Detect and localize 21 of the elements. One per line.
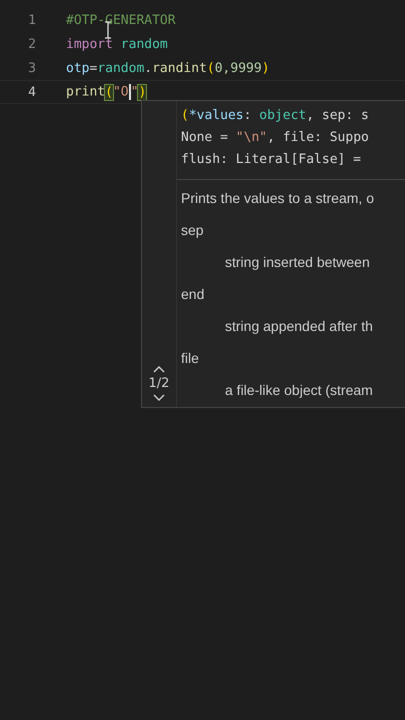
- parameter-description: a file-like object (stream: [224, 381, 374, 400]
- doc-text: Prints the values to a stream, o: [181, 189, 375, 208]
- chevron-up-icon[interactable]: [153, 366, 165, 373]
- code-line: #OTP-GENERATOR: [66, 12, 176, 28]
- line-number: 3: [27, 60, 37, 76]
- signature-line: None = "\n", file: Suppo: [181, 129, 370, 147]
- parameter-description: string inserted between: [224, 253, 371, 272]
- signature-line: (*values: object, sep: s: [181, 107, 370, 125]
- parameter-name: sep: [181, 221, 205, 240]
- line-number: 1: [27, 12, 37, 28]
- line-number: 2: [27, 36, 37, 52]
- chevron-down-icon[interactable]: [153, 394, 165, 401]
- code-line: import random: [66, 36, 168, 52]
- parameter-description: string appended after th: [224, 317, 374, 336]
- line-number: 4: [27, 84, 37, 100]
- code-line: otp=random.randint(0,9999): [66, 60, 270, 76]
- parameter-name: end: [181, 285, 206, 304]
- signature-line: flush: Literal[False] =: [181, 151, 362, 169]
- overload-counter: 1/2: [148, 376, 170, 391]
- parameter-name: file: [181, 349, 200, 368]
- code-line: print("O"): [66, 84, 146, 100]
